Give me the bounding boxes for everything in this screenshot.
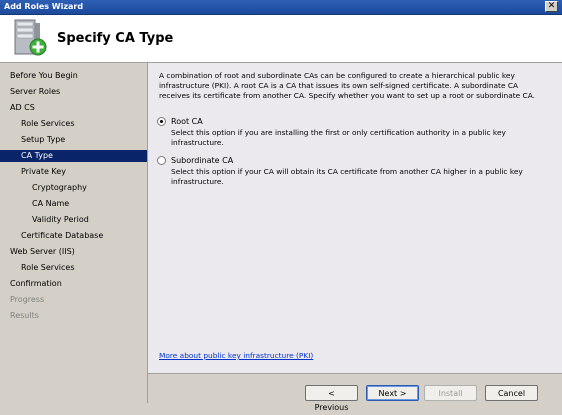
close-icon[interactable]: ✕ [545, 1, 558, 12]
sidebar-item: Confirmation [10, 279, 62, 288]
window-title: Add Roles Wizard [4, 2, 84, 11]
sidebar-item: Before You Begin [10, 71, 78, 80]
next-button[interactable]: Next > [366, 385, 419, 401]
wizard-header: Specify CA Type [0, 15, 562, 63]
sidebar-item: Setup Type [21, 135, 66, 144]
pki-help-link[interactable]: More about public key infrastructure (PK… [159, 351, 313, 360]
subordinate-ca-label[interactable]: Subordinate CA [171, 156, 233, 166]
sidebar-item: Validity Period [32, 215, 89, 224]
page-title: Specify CA Type [57, 31, 174, 46]
sidebar-item: Web Server (IIS) [10, 247, 75, 256]
sidebar-item: Progress [10, 295, 45, 304]
subordinate-ca-radio[interactable] [157, 156, 166, 165]
sidebar-item: Server Roles [10, 87, 61, 96]
sidebar-item: Cryptography [32, 183, 87, 192]
sidebar-item: AD CS [10, 103, 35, 112]
subordinate-ca-description: Select this option if your CA will obtai… [171, 167, 523, 186]
previous-button[interactable]: < Previous [305, 385, 358, 412]
sidebar-item: CA Name [32, 199, 70, 208]
root-ca-label[interactable]: Root CA [171, 117, 203, 127]
ca-type-description: A combination of root and subordinate CA… [159, 71, 535, 100]
install-button: Install [424, 385, 477, 401]
sidebar-item: CA Type [0, 150, 147, 162]
wizard-steps-nav: Before You Begin Server Roles AD CS Role Se… [0, 63, 148, 403]
cancel-button[interactable]: Cancel [485, 385, 538, 401]
title-bar: Add Roles Wizard ✕ [0, 0, 562, 15]
sidebar-item: Role Services [21, 119, 75, 128]
root-ca-radio[interactable] [157, 117, 166, 126]
content-panel: A combination of root and subordinate CA… [148, 63, 562, 373]
wizard-footer: < Previous Next > Install Cancel [148, 373, 562, 412]
sidebar-item: Private Key [21, 167, 66, 176]
server-add-icon [14, 19, 47, 56]
sidebar-item: Results [10, 311, 39, 320]
sidebar-item: Certificate Database [21, 231, 104, 240]
sidebar-item: Role Services [21, 263, 75, 272]
root-ca-description: Select this option if you are installing… [171, 128, 506, 147]
